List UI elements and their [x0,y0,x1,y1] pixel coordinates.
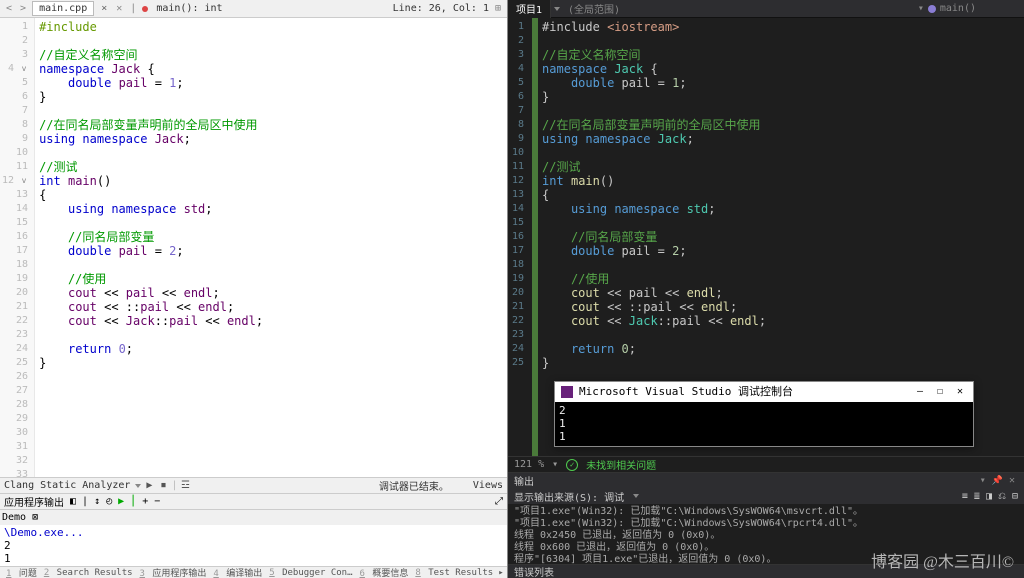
zoom-level[interactable]: 121 % [514,459,544,470]
cursor-position: Line: 26, Col: 1 [393,3,489,14]
function-crumb[interactable]: ▾ main() [910,3,984,14]
output-source-value[interactable]: 调试 [604,489,624,504]
output-title-bar: 应用程序输出 ◧ | ↕ ◴ ▶ ⎮ + − ⤢ [0,493,507,509]
output-body[interactable]: \Demo.exe...211 [0,525,507,566]
bottom-tab[interactable]: 2 Search Results [40,568,135,578]
analyzer-label[interactable]: Clang Static Analyzer [4,480,130,491]
check-icon: ✓ [566,459,578,471]
views-link[interactable]: Views [473,480,503,491]
tb-icon-1[interactable]: ≡ [962,491,968,502]
tb-icon-5[interactable]: ⊟ [1012,491,1018,502]
left-status-bar: Clang Static Analyzer ▶ ⏹ | ☲ 调试器已结束。 Vi… [0,477,507,493]
output-tab-bar: Demo ⊠ [0,509,507,525]
function-crumb[interactable]: main(): int [152,3,226,14]
btn-3[interactable]: ◴ [106,496,112,507]
right-code-editor[interactable]: 1234567891011121314151617181920212223242… [508,18,1024,456]
minimize-button[interactable]: — [913,385,927,399]
tb-icon-4[interactable]: ⎌ [998,491,1006,502]
console-title: Microsoft Visual Studio 调试控制台 [579,385,793,399]
close-icon[interactable]: ✕ [1006,475,1018,486]
filter-icon[interactable]: ☲ [179,480,191,491]
dropdown-icon[interactable] [633,494,639,498]
no-issues-label: 未找到相关问题 [586,457,656,472]
bottom-tab[interactable]: 5 Debugger Con… [265,568,354,578]
stop-icon[interactable]: ⏹ [157,480,169,491]
nav-back-icon[interactable]: < [4,3,14,14]
bottom-tab[interactable]: 8 Test Results [411,568,495,578]
split-icon[interactable]: ✕ [114,3,124,14]
project-tab[interactable]: 项目1 [508,0,551,18]
btn-1[interactable]: ◧ [70,496,76,507]
right-toolbar: 项目1 (全局范围) ▾ main() [508,0,1024,18]
more-icon[interactable]: ▸ [496,568,505,578]
bottom-tab[interactable]: 4 编译输出 [209,566,264,578]
left-code-editor[interactable]: 1 2 3 4 v5 6 7 8 9 10 11 12 v13 14 15 16… [0,18,507,477]
output-panel-header: 输出 ▾ 📌 ✕ [508,472,1024,488]
file-tab[interactable]: main.cpp [32,1,94,16]
run-play-icon[interactable]: ▶ [118,496,124,507]
left-editor-pane: < > main.cpp × ✕ | main(): int Line: 26,… [0,0,508,578]
demo-tab[interactable]: Demo ⊠ [2,512,38,523]
bottom-tab[interactable]: 6 概要信息 [356,566,411,578]
close-tab-button[interactable]: × [98,3,110,14]
error-list-header[interactable]: 错误列表 [508,564,1024,578]
tb-icon-2[interactable]: ≣ [974,491,980,502]
console-titlebar[interactable]: Microsoft Visual Studio 调试控制台 — ☐ ✕ [555,382,973,402]
dropdown-icon[interactable] [135,484,141,488]
console-body[interactable]: 211 [555,402,973,446]
bottom-tab[interactable]: 3 应用程序输出 [136,566,209,578]
expand-icon[interactable]: ⤢ [495,496,503,507]
vs-logo-icon [561,386,573,398]
dropdown-icon[interactable]: ▾ [977,475,989,486]
breakpoint-icon [142,6,148,12]
left-toolbar: < > main.cpp × ✕ | main(): int Line: 26,… [0,0,507,18]
split-v-icon[interactable]: ⊞ [493,3,503,14]
right-editor-pane: 项目1 (全局范围) ▾ main() 12345678910111213141… [508,0,1024,578]
close-button[interactable]: ✕ [953,385,967,399]
output-title[interactable]: 输出 [514,473,534,488]
maximize-button[interactable]: ☐ [933,385,947,399]
output-source-label: 显示输出来源(S): [514,489,598,504]
right-status-bar: 121 % ▾ ✓ 未找到相关问题 [508,456,1024,472]
btn-plus[interactable]: + [142,496,148,507]
nav-fwd-icon[interactable]: > [18,3,28,14]
bottom-tab[interactable]: 1 问题 [2,566,39,578]
tb-icon-3[interactable]: ◨ [986,491,992,502]
output-source-row: 显示输出来源(S): 调试 ≡ ≣ ◨ ⎌ ⊟ [508,488,1024,504]
symbol-icon [928,5,936,13]
play-icon[interactable]: ▶ [143,480,155,491]
btn-minus[interactable]: − [154,496,160,507]
pin-icon[interactable]: 📌 [989,476,1006,486]
scope-crumb[interactable]: (全局范围) [560,1,628,16]
line-gutter: 1 2 3 4 v5 6 7 8 9 10 11 12 v13 14 15 16… [0,18,35,477]
run-vert-icon[interactable]: ⎮ [130,496,136,507]
debug-console-window[interactable]: Microsoft Visual Studio 调试控制台 — ☐ ✕ 211 [554,381,974,447]
bottom-tabs: 1 问题2 Search Results3 应用程序输出4 编译输出5 Debu… [0,566,507,578]
output-title: 应用程序输出 [4,494,64,509]
output-panel-body[interactable]: "项目1.exe"(Win32): 已加载"C:\Windows\SysWOW6… [508,504,1024,564]
btn-2[interactable]: ↕ [94,496,100,507]
line-gutter: 1234567891011121314151617181920212223242… [508,18,532,456]
status-message: 调试器已结束。 [379,478,449,493]
